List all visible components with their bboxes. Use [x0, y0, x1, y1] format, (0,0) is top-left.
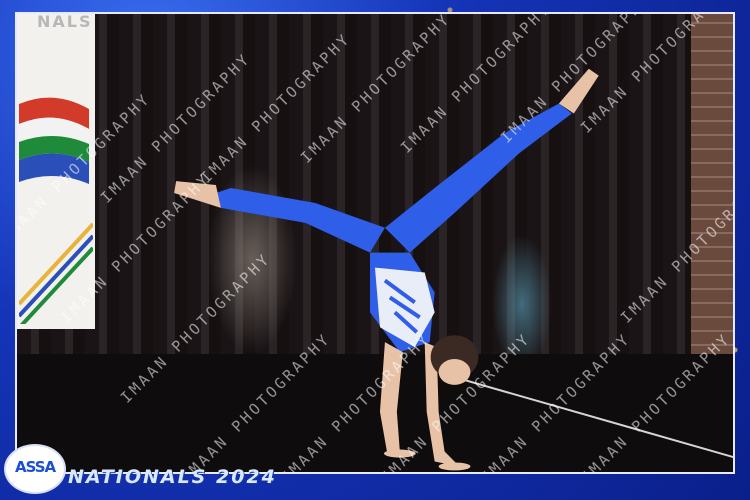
gymnast-handstand	[174, 68, 599, 471]
event-title: NATIONALS 2024	[68, 466, 277, 488]
logo-text: ASSA	[15, 458, 56, 476]
photo-frame: NALS IMAAN PHOTOGRAPHY IMAAN PHOTOGRAPHY…	[0, 0, 750, 500]
assa-logo: ASSA	[4, 444, 66, 494]
stage-photo: NALS IMAAN PHOTOGRAPHY IMAAN PHOTOGRAPHY…	[15, 12, 735, 474]
